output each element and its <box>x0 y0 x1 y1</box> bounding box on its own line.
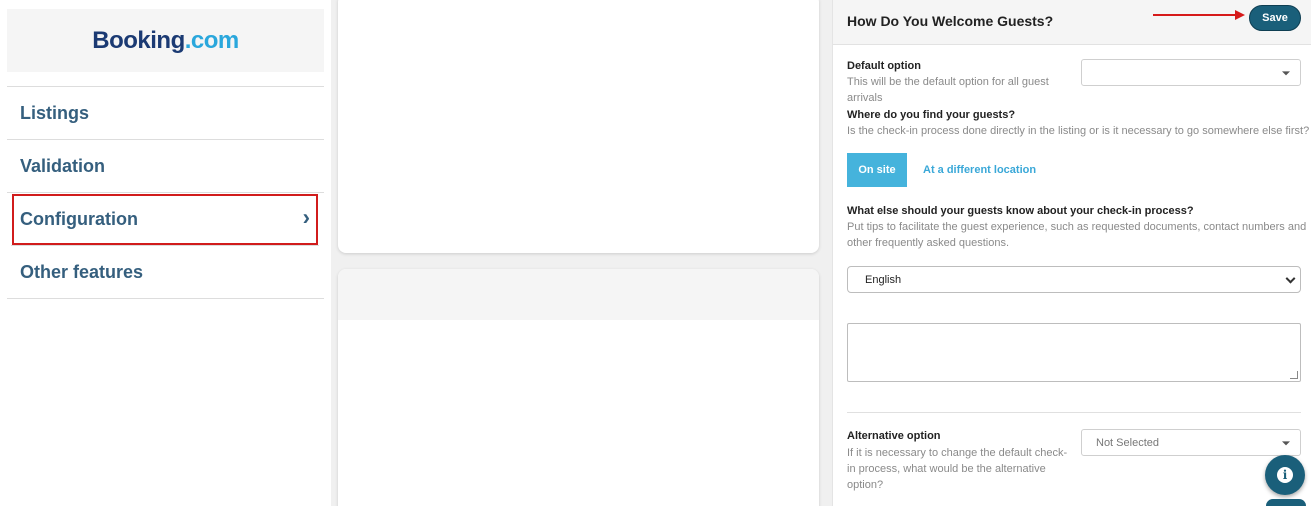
language-select[interactable]: English <box>847 266 1301 293</box>
find-guests-hint: Is the check-in process done directly in… <box>847 125 1310 137</box>
different-location-option[interactable]: At a different location <box>923 164 1036 176</box>
sidebar-item-other-features[interactable]: Other features <box>7 246 324 299</box>
sidebar-item-listings[interactable]: Listings <box>7 87 324 140</box>
find-guests-label: Where do you find your guests? <box>847 109 1016 121</box>
default-option-label: Default option <box>847 60 921 72</box>
content-card-bottom <box>338 269 819 506</box>
language-value: English <box>865 273 902 286</box>
sidebar-item-label: Other features <box>20 261 144 282</box>
info-icon: i <box>1277 467 1293 483</box>
info-button[interactable]: i <box>1265 455 1305 495</box>
alternative-option-value: Not Selected <box>1096 436 1159 449</box>
logo-text-main: Booking <box>92 26 185 54</box>
chevron-right-icon: › <box>302 204 310 230</box>
check-in-info-hint: Put tips to facilitate the guest experie… <box>847 221 1307 249</box>
annotation-arrow <box>1153 10 1245 20</box>
check-in-info-label: What else should your guests know about … <box>847 205 1194 217</box>
check-in-tips-textarea[interactable] <box>847 323 1301 382</box>
on-site-button[interactable]: On site <box>847 153 907 187</box>
caret-down-icon <box>1282 70 1290 75</box>
logo-text-suffix: .com <box>184 26 240 54</box>
sidebar-item-label: Listings <box>20 102 90 123</box>
booking-logo[interactable]: Booking.com <box>92 27 239 55</box>
resize-handle[interactable] <box>1290 371 1298 379</box>
panel-title: How Do You Welcome Guests? <box>847 13 1054 29</box>
sidebar-item-validation[interactable]: Validation <box>7 140 324 193</box>
section-divider <box>847 412 1301 413</box>
save-button[interactable]: Save <box>1249 5 1301 31</box>
chevron-down-icon <box>1285 273 1296 284</box>
alternative-option-label: Alternative option <box>847 430 941 442</box>
content-card-top <box>338 0 819 253</box>
secondary-fab[interactable] <box>1266 499 1306 506</box>
caret-down-icon <box>1282 440 1290 445</box>
alternative-option-select[interactable]: Not Selected <box>1081 429 1301 456</box>
alternative-option-hint: If it is necessary to change the default… <box>847 447 1068 491</box>
sidebar-item-label: Configuration <box>20 208 138 229</box>
welcome-guests-panel: How Do You Welcome Guests? Save Default … <box>832 0 1311 506</box>
sidebar: Booking.com Listings Validation Configur… <box>0 0 331 506</box>
default-option-select[interactable] <box>1081 59 1301 86</box>
logo-container: Booking.com <box>7 9 324 72</box>
card-header <box>338 269 819 320</box>
sidebar-item-configuration[interactable]: Configuration › <box>11 193 319 246</box>
default-option-hint: This will be the default option for all … <box>847 76 1049 104</box>
sidebar-nav: Listings Validation Configuration › Othe… <box>7 86 324 299</box>
panel-header: How Do You Welcome Guests? Save <box>833 0 1311 45</box>
sidebar-item-label: Validation <box>20 155 106 176</box>
